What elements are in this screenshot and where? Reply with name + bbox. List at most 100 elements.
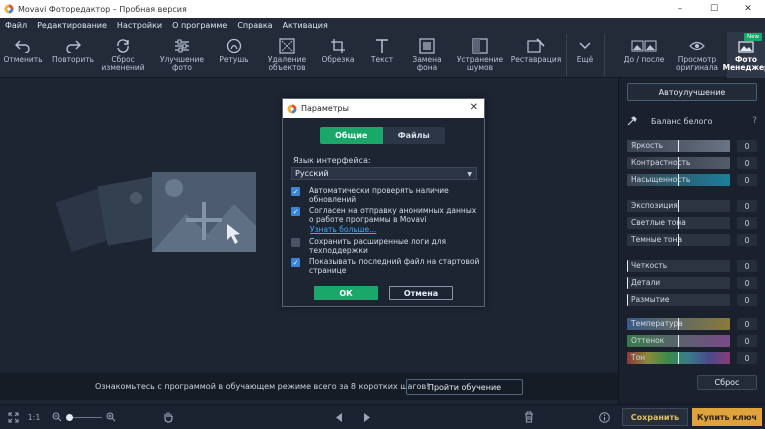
slider-handle[interactable] bbox=[678, 352, 679, 364]
retouch-label: Ретушь bbox=[219, 55, 249, 64]
brightness-slider[interactable]: Яркость bbox=[627, 140, 730, 152]
learn-more-link[interactable]: Узнать больше... bbox=[310, 225, 376, 234]
exposure-value[interactable]: 0 bbox=[737, 200, 757, 212]
next-image-icon[interactable] bbox=[360, 405, 374, 429]
auto-enhance-button[interactable]: Автоулучшение bbox=[627, 83, 757, 101]
sliders-icon bbox=[174, 36, 190, 56]
brightness-value[interactable]: 0 bbox=[737, 140, 757, 152]
tab-general[interactable]: Общие bbox=[320, 127, 383, 144]
option-extended-logs[interactable]: Сохранить расширенные логи для техподдер… bbox=[291, 237, 481, 255]
before-after-button[interactable]: До / после bbox=[618, 32, 670, 78]
contrast-slider[interactable]: Контрастность bbox=[627, 157, 730, 169]
slider-handle[interactable] bbox=[627, 260, 628, 272]
save-button[interactable]: Сохранить bbox=[622, 408, 688, 426]
reset-changes-button[interactable]: Сброс изменений bbox=[100, 32, 146, 78]
minimize-button[interactable]: – bbox=[663, 0, 697, 18]
menu-settings[interactable]: Настройки bbox=[112, 21, 167, 30]
zoom-in-icon[interactable] bbox=[104, 405, 118, 429]
buy-key-button[interactable]: Купить ключ bbox=[692, 408, 762, 426]
help-icon[interactable]: ? bbox=[752, 116, 757, 126]
zoom-slider-handle[interactable] bbox=[66, 413, 73, 421]
hand-tool-icon[interactable] bbox=[160, 405, 176, 429]
undo-button[interactable]: Отменить bbox=[2, 32, 44, 78]
option-show-last-file[interactable]: ✓ Показывать последний файл на стартовой… bbox=[291, 257, 481, 275]
temperature-value[interactable]: 0 bbox=[737, 318, 757, 330]
exposure-slider[interactable]: Экспозиция bbox=[627, 200, 730, 212]
redo-button[interactable]: Повторить bbox=[50, 32, 96, 78]
menu-edit[interactable]: Редактирование bbox=[32, 21, 112, 30]
previous-image-icon[interactable] bbox=[332, 405, 346, 429]
blur-value[interactable]: 0 bbox=[737, 294, 757, 306]
clarity-slider[interactable]: Четкость bbox=[627, 260, 730, 272]
menu-help[interactable]: Справка bbox=[232, 21, 277, 30]
tint-value[interactable]: 0 bbox=[737, 335, 757, 347]
trash-icon[interactable] bbox=[522, 405, 536, 429]
slider-handle[interactable] bbox=[678, 200, 679, 212]
retouch-button[interactable]: Ретушь bbox=[212, 32, 256, 78]
language-select[interactable]: Русский ▼ bbox=[291, 167, 477, 180]
text-button[interactable]: Текст bbox=[362, 32, 402, 78]
white-balance-row[interactable]: Баланс белого ? bbox=[627, 115, 757, 127]
close-button[interactable]: ✕ bbox=[731, 0, 765, 18]
slider-handle[interactable] bbox=[678, 318, 679, 330]
option-check-updates[interactable]: ✓ Автоматически проверять наличие обновл… bbox=[291, 186, 481, 204]
clarity-value[interactable]: 0 bbox=[737, 260, 757, 272]
zoom-slider[interactable] bbox=[64, 405, 104, 429]
blur-slider[interactable]: Размытие bbox=[627, 294, 730, 306]
ok-button[interactable]: ОК bbox=[314, 286, 378, 300]
slider-handle[interactable] bbox=[678, 335, 679, 347]
shadows-slider[interactable]: Темные тона bbox=[627, 234, 730, 246]
language-label: Язык интерфейса: bbox=[293, 156, 371, 165]
slider-handle[interactable] bbox=[627, 277, 628, 289]
eyedropper-icon[interactable] bbox=[627, 116, 637, 126]
contrast-label: Контрастность bbox=[631, 158, 691, 167]
saturation-slider[interactable]: Насыщенность bbox=[627, 174, 730, 186]
menu-file[interactable]: Файл bbox=[0, 21, 32, 30]
maximize-button[interactable]: ☐ bbox=[697, 0, 731, 18]
contrast-value[interactable]: 0 bbox=[737, 157, 757, 169]
cancel-button[interactable]: Отмена bbox=[389, 286, 453, 300]
shadows-label: Темные тона bbox=[631, 235, 683, 244]
highlights-value[interactable]: 0 bbox=[737, 217, 757, 229]
more-button[interactable]: Ещё bbox=[570, 32, 600, 78]
zoom-out-icon[interactable] bbox=[50, 405, 64, 429]
hue-value[interactable]: 0 bbox=[737, 352, 757, 364]
menu-about[interactable]: О программе bbox=[167, 21, 232, 30]
crop-label: Обрезка bbox=[321, 55, 355, 64]
slider-handle[interactable] bbox=[678, 174, 679, 186]
enhance-photo-button[interactable]: Улучшение фото bbox=[156, 32, 208, 78]
dialog-close-button[interactable]: ✕ bbox=[470, 102, 478, 113]
option-send-data[interactable]: ✓ Согласен на отправку анонимных данных … bbox=[291, 206, 481, 224]
temperature-slider[interactable]: Температура bbox=[627, 318, 730, 330]
slider-handle[interactable] bbox=[678, 217, 679, 229]
details-value[interactable]: 0 bbox=[737, 277, 757, 289]
dialog-title-bar: Параметры ✕ bbox=[283, 99, 484, 118]
checkbox-unchecked[interactable] bbox=[291, 238, 300, 247]
slider-handle[interactable] bbox=[678, 234, 679, 246]
hue-slider[interactable]: Тон bbox=[627, 352, 730, 364]
details-slider[interactable]: Детали bbox=[627, 277, 730, 289]
restoration-button[interactable]: Реставрация bbox=[508, 32, 564, 78]
tab-files[interactable]: Файлы bbox=[382, 127, 445, 144]
object-removal-button[interactable]: Удаление объектов bbox=[262, 32, 312, 78]
background-replace-button[interactable]: Замена фона bbox=[406, 32, 448, 78]
menu-activation[interactable]: Активация bbox=[278, 21, 333, 30]
denoise-button[interactable]: Устранение шумов bbox=[452, 32, 508, 78]
slider-handle[interactable] bbox=[627, 294, 628, 306]
saturation-value[interactable]: 0 bbox=[737, 174, 757, 186]
fit-screen-icon[interactable] bbox=[4, 405, 22, 429]
crop-button[interactable]: Обрезка bbox=[316, 32, 360, 78]
shadows-value[interactable]: 0 bbox=[737, 234, 757, 246]
view-original-button[interactable]: Просмотр оригинала bbox=[672, 32, 722, 78]
checkbox-checked[interactable]: ✓ bbox=[291, 207, 300, 216]
highlights-slider[interactable]: Светлые тона bbox=[627, 217, 730, 229]
slider-handle[interactable] bbox=[678, 140, 679, 152]
tint-slider[interactable]: Оттенок bbox=[627, 335, 730, 347]
info-icon[interactable] bbox=[596, 405, 612, 429]
checkbox-checked[interactable]: ✓ bbox=[291, 187, 300, 196]
actual-size-button[interactable]: 1:1 bbox=[24, 405, 44, 429]
reset-adjustments-button[interactable]: Сброс bbox=[697, 375, 757, 390]
slider-handle[interactable] bbox=[678, 157, 679, 169]
start-tutorial-button[interactable]: Пройти обучение bbox=[406, 379, 523, 395]
checkbox-checked[interactable]: ✓ bbox=[291, 258, 300, 267]
